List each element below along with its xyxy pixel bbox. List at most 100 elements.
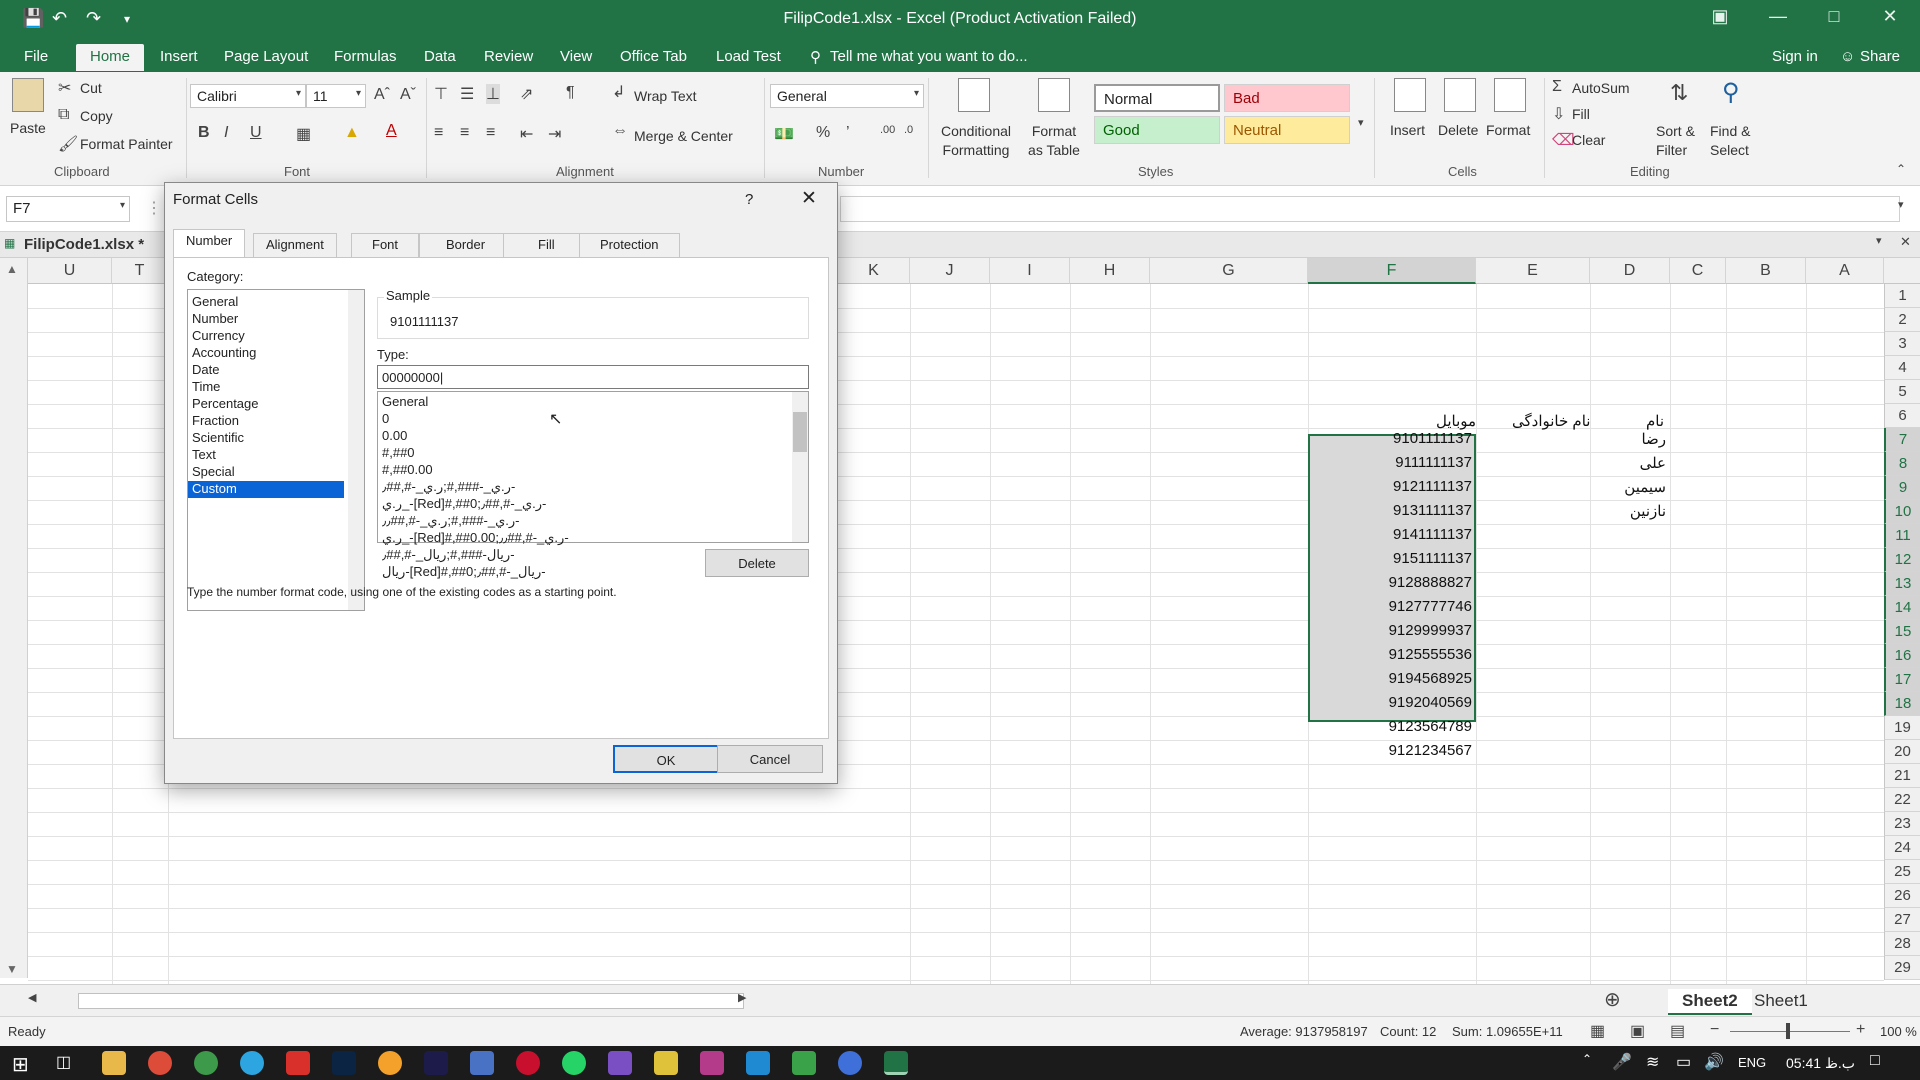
row-header[interactable]: 3	[1884, 332, 1920, 356]
orientation-icon[interactable]: ⇗	[520, 84, 533, 104]
column-header-f[interactable]: F	[1308, 258, 1476, 284]
format-cells-icon[interactable]	[1494, 78, 1526, 112]
row-header[interactable]: 10	[1884, 500, 1920, 524]
page-layout-view-icon[interactable]: ▣	[1630, 1021, 1645, 1041]
mobile-cell[interactable]: 9123564789	[1330, 718, 1472, 735]
column-header-c[interactable]: C	[1670, 258, 1726, 284]
minimize-icon[interactable]: —	[1758, 6, 1798, 27]
mobile-cell[interactable]: 9101111137	[1330, 430, 1472, 447]
column-header-t[interactable]: T	[112, 258, 168, 284]
row-header[interactable]: 29	[1884, 956, 1920, 980]
category-scrollbar[interactable]	[348, 290, 364, 610]
collapse-ribbon-icon[interactable]: ⌃	[1896, 162, 1906, 176]
column-header-i[interactable]: I	[990, 258, 1070, 284]
app-icon[interactable]	[700, 1051, 724, 1075]
category-item[interactable]: Scientific	[188, 430, 344, 447]
ribbon-display-icon[interactable]: ▣	[1700, 6, 1740, 27]
tab-page-layout[interactable]: Page Layout	[224, 48, 308, 65]
fill-color-icon[interactable]: ▲	[344, 124, 360, 142]
file-explorer-icon[interactable]	[102, 1051, 126, 1075]
tab-border[interactable]: Border	[419, 233, 513, 257]
category-item[interactable]: Currency	[188, 328, 344, 345]
conditional-formatting-button[interactable]: Conditional Formatting	[936, 122, 1016, 160]
format-type-item[interactable]: General	[378, 394, 808, 411]
style-bad[interactable]: Bad	[1224, 84, 1350, 112]
add-sheet-icon[interactable]: ⊕	[1604, 987, 1621, 1012]
row-header[interactable]: 9	[1884, 476, 1920, 500]
align-bottom-icon[interactable]: ⊥	[486, 84, 500, 104]
format-button[interactable]: Format	[1486, 122, 1530, 138]
sign-in-link[interactable]: Sign in	[1772, 48, 1818, 65]
zoom-level[interactable]: 100 %	[1880, 1024, 1917, 1039]
category-item[interactable]: Special	[188, 464, 344, 481]
sheet-tab-sheet1[interactable]: Sheet1	[1754, 991, 1808, 1011]
row-header[interactable]: 15	[1884, 620, 1920, 644]
wrap-text-button[interactable]: Wrap Text	[634, 88, 697, 104]
share-icon[interactable]: ☺	[1840, 48, 1855, 65]
select-all-corner[interactable]	[1884, 258, 1920, 284]
bold-icon[interactable]: B	[198, 124, 210, 142]
clear-button[interactable]: Clear	[1572, 132, 1605, 148]
format-type-item[interactable]: #,##0	[378, 445, 808, 462]
row-header[interactable]: 23	[1884, 812, 1920, 836]
close-tab-icon[interactable]: ✕	[1900, 234, 1911, 250]
insert-button[interactable]: Insert	[1390, 122, 1425, 138]
tab-list-icon[interactable]: ▾	[1876, 234, 1882, 247]
telegram-icon[interactable]	[240, 1051, 264, 1075]
tab-office-tab[interactable]: Office Tab	[620, 48, 687, 65]
column-header-k[interactable]: K	[838, 258, 910, 284]
category-item[interactable]: General	[188, 294, 344, 311]
format-type-item[interactable]: ر.ي_-[Red]#,##0;ر.ي_-#,##٫-	[378, 496, 808, 513]
row-header[interactable]: 7	[1884, 428, 1920, 452]
page-break-view-icon[interactable]: ▤	[1670, 1021, 1685, 1041]
mobile-cell[interactable]: 9121234567	[1330, 742, 1472, 759]
align-right-icon[interactable]: ≡	[486, 124, 495, 142]
row-header[interactable]: 13	[1884, 572, 1920, 596]
find-select-button[interactable]: Find & Select	[1710, 122, 1768, 160]
name-cell[interactable]: رضا	[1600, 430, 1666, 448]
row-header[interactable]: 4	[1884, 356, 1920, 380]
microphone-icon[interactable]: 🎤	[1612, 1052, 1632, 1072]
increase-decimal-icon[interactable]: .00	[880, 124, 895, 136]
autosum-button[interactable]: AutoSum	[1572, 80, 1630, 96]
percent-icon[interactable]: %	[816, 124, 830, 142]
text-direction-icon[interactable]: ¶	[566, 84, 575, 102]
category-item[interactable]: Custom	[188, 481, 344, 498]
row-header[interactable]: 14	[1884, 596, 1920, 620]
comma-style-icon[interactable]: ’	[846, 124, 850, 142]
vertical-scrollbar[interactable]	[0, 258, 28, 978]
scroll-left-icon[interactable]: ◀	[28, 991, 36, 1004]
find-icon[interactable]: ⚲	[1722, 78, 1740, 107]
zoom-slider-thumb[interactable]	[1786, 1023, 1790, 1039]
browser-icon[interactable]	[194, 1051, 218, 1075]
delete-cells-icon[interactable]	[1444, 78, 1476, 112]
tab-insert[interactable]: Insert	[160, 48, 198, 65]
app-icon[interactable]	[838, 1051, 862, 1075]
row-header[interactable]: 19	[1884, 716, 1920, 740]
language-indicator[interactable]: ENG	[1738, 1055, 1766, 1070]
accounting-format-icon[interactable]: 💵	[774, 124, 794, 144]
tab-fill[interactable]: Fill	[503, 233, 590, 257]
mobile-cell[interactable]: 9194568925	[1330, 670, 1472, 687]
underline-icon[interactable]: U	[250, 124, 262, 142]
delete-format-button[interactable]: Delete	[705, 549, 809, 577]
row-header[interactable]: 17	[1884, 668, 1920, 692]
column-header-d[interactable]: D	[1590, 258, 1670, 284]
align-top-icon[interactable]: ⊤	[434, 84, 448, 104]
column-header-b[interactable]: B	[1726, 258, 1806, 284]
name-box[interactable]: F7 ▾	[6, 196, 130, 222]
styles-more-icon[interactable]: ▾	[1358, 116, 1364, 129]
horizontal-scrollbar[interactable]	[78, 993, 744, 1009]
style-good[interactable]: Good	[1094, 116, 1220, 144]
delete-button[interactable]: Delete	[1438, 122, 1478, 138]
mobile-cell[interactable]: 9192040569	[1330, 694, 1472, 711]
sheet-tab-sheet2[interactable]: Sheet2	[1668, 989, 1752, 1015]
tab-view[interactable]: View	[560, 48, 592, 65]
row-header[interactable]: 6	[1884, 404, 1920, 428]
style-neutral[interactable]: Neutral	[1224, 116, 1350, 144]
visual-studio-icon[interactable]	[608, 1051, 632, 1075]
mobile-cell[interactable]: 9131111137	[1330, 502, 1472, 519]
task-view-icon[interactable]: ◫	[56, 1052, 71, 1072]
format-as-table-button[interactable]: Format as Table	[1024, 122, 1084, 160]
format-as-table-icon[interactable]	[1038, 78, 1070, 112]
